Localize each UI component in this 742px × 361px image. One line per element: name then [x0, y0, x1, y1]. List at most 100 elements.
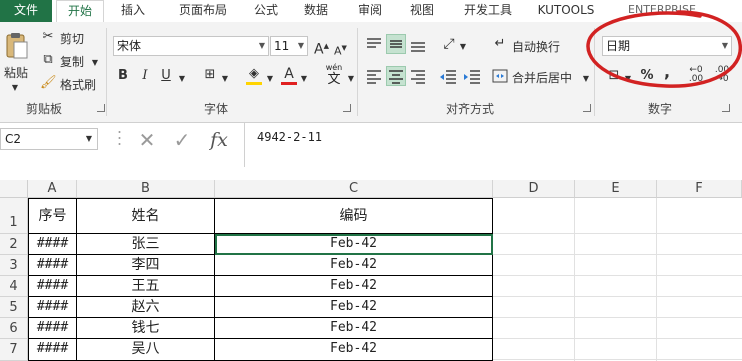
fill-dropdown-icon[interactable]: ▼	[266, 71, 274, 87]
tab-data[interactable]: 数据	[296, 0, 336, 22]
insert-function-icon[interactable]: fx	[206, 128, 232, 152]
paste-button[interactable]: 粘贴	[4, 64, 28, 81]
tab-developer[interactable]: 开发工具	[456, 0, 520, 22]
borders-dropdown-icon[interactable]: ▼	[221, 71, 229, 87]
chevron-down-icon: ▼	[297, 41, 304, 50]
phonetic-guide-icon[interactable]: wén 文	[322, 63, 346, 89]
row-header-5[interactable]: 5	[0, 297, 28, 318]
cell-a7[interactable]: ####	[28, 339, 77, 361]
font-color-icon[interactable]: A	[282, 66, 296, 82]
tab-review[interactable]: 审阅	[350, 0, 390, 22]
copy-button[interactable]: 复制	[60, 53, 84, 70]
increase-indent-icon[interactable]	[462, 66, 482, 86]
paste-dropdown-icon[interactable]: ▼	[10, 80, 20, 96]
row-header-1[interactable]: 1	[0, 198, 28, 234]
cell-c7[interactable]: Feb-42	[215, 339, 493, 361]
fill-color-icon[interactable]: ◈	[246, 66, 262, 82]
underline-button[interactable]: U	[160, 68, 172, 84]
font-name-select[interactable]: 宋体 ▼	[113, 36, 269, 56]
tab-view[interactable]: 视图	[402, 0, 442, 22]
cell-c6[interactable]: Feb-42	[215, 318, 493, 339]
cell-c1[interactable]: 编码	[215, 198, 493, 234]
cell-c5[interactable]: Feb-42	[215, 297, 493, 318]
cell-a4[interactable]: ####	[28, 276, 77, 297]
cell-b2[interactable]: 张三	[77, 234, 215, 255]
copy-dropdown-icon[interactable]: ▼	[90, 55, 100, 71]
gridline	[492, 359, 742, 360]
annotation-ellipse	[582, 6, 742, 94]
cell-a5[interactable]: ####	[28, 297, 77, 318]
merge-center-icon[interactable]	[492, 68, 508, 84]
align-bottom-icon[interactable]	[408, 34, 428, 54]
formula-input[interactable]: 4942-2-11	[244, 123, 742, 167]
tab-formulas[interactable]: 公式	[246, 0, 286, 22]
column-header-f[interactable]: F	[657, 180, 742, 198]
orientation-icon[interactable]: ⤢	[440, 36, 458, 52]
cell-b7[interactable]: 吴八	[77, 339, 215, 361]
row-header-4[interactable]: 4	[0, 276, 28, 297]
column-header-a[interactable]: A	[28, 180, 77, 198]
borders-icon[interactable]: ⊞	[202, 67, 218, 83]
align-middle-icon[interactable]	[386, 34, 406, 54]
column-header-e[interactable]: E	[575, 180, 657, 198]
cell-a1[interactable]: 序号	[28, 198, 77, 234]
shrink-font-icon[interactable]: A▼	[334, 40, 347, 60]
tab-file[interactable]: 文件	[0, 0, 52, 22]
cut-button[interactable]: 剪切	[60, 30, 84, 47]
cell-b6[interactable]: 钱七	[77, 318, 215, 339]
grow-font-icon[interactable]: A▲	[314, 38, 329, 58]
row-header-2[interactable]: 2	[0, 234, 28, 255]
tab-home[interactable]: 开始	[56, 0, 104, 23]
row-header-7[interactable]: 7	[0, 339, 28, 361]
cell-a2[interactable]: ####	[28, 234, 77, 255]
alignment-launcher-icon[interactable]	[583, 104, 591, 112]
cell-b3[interactable]: 李四	[77, 255, 215, 276]
wrap-text-button[interactable]: 自动换行	[512, 38, 560, 55]
bold-button[interactable]: B	[116, 68, 130, 84]
select-all-corner[interactable]	[0, 180, 28, 198]
font-color-dropdown-icon[interactable]: ▼	[300, 71, 308, 87]
font-size-select[interactable]: 11 ▼	[270, 36, 308, 56]
cell-b1[interactable]: 姓名	[77, 198, 215, 234]
cell-a6[interactable]: ####	[28, 318, 77, 339]
formula-bar-grip-icon[interactable]	[118, 128, 121, 152]
align-right-icon[interactable]	[408, 66, 428, 86]
align-center-icon[interactable]	[386, 66, 406, 86]
cancel-icon[interactable]: ✕	[136, 128, 158, 152]
scissors-icon[interactable]: ✂	[40, 29, 56, 45]
grid-spacer	[0, 168, 742, 180]
cell-c4[interactable]: Feb-42	[215, 276, 493, 297]
clipboard-launcher-icon[interactable]	[97, 104, 105, 112]
phonetic-dropdown-icon[interactable]: ▼	[347, 71, 355, 87]
copy-icon[interactable]: ⧉	[40, 52, 56, 68]
row-header-6[interactable]: 6	[0, 318, 28, 339]
number-launcher-icon[interactable]	[722, 104, 730, 112]
tab-insert[interactable]: 插入	[110, 0, 156, 22]
cell-b5[interactable]: 赵六	[77, 297, 215, 318]
cell-a3[interactable]: ####	[28, 255, 77, 276]
orientation-dropdown-icon[interactable]: ▼	[459, 39, 467, 55]
column-header-b[interactable]: B	[77, 180, 215, 198]
decrease-indent-icon[interactable]	[438, 66, 458, 86]
align-left-icon[interactable]	[364, 66, 384, 86]
format-painter-icon[interactable]: 🖌	[40, 75, 57, 91]
font-color-swatch	[281, 82, 297, 85]
enter-icon[interactable]: ✓	[171, 128, 193, 152]
tab-page-layout[interactable]: 页面布局	[164, 0, 242, 22]
underline-dropdown-icon[interactable]: ▼	[178, 71, 186, 87]
name-box-dropdown-icon[interactable]: ▼	[84, 131, 94, 147]
cell-c2-selected[interactable]: Feb-42	[215, 234, 493, 255]
row-header-3[interactable]: 3	[0, 255, 28, 276]
cell-c3[interactable]: Feb-42	[215, 255, 493, 276]
column-header-d[interactable]: D	[493, 180, 575, 198]
italic-button[interactable]: I	[139, 68, 151, 84]
gridline	[492, 275, 742, 276]
format-painter-button[interactable]: 格式刷	[60, 76, 96, 93]
align-top-icon[interactable]	[364, 34, 384, 54]
cell-b4[interactable]: 王五	[77, 276, 215, 297]
font-launcher-icon[interactable]	[343, 104, 351, 112]
column-header-c[interactable]: C	[215, 180, 493, 198]
paste-icon[interactable]	[6, 32, 28, 60]
merge-center-button[interactable]: 合并后居中	[512, 69, 572, 86]
wrap-text-icon[interactable]: ↵	[492, 36, 508, 52]
